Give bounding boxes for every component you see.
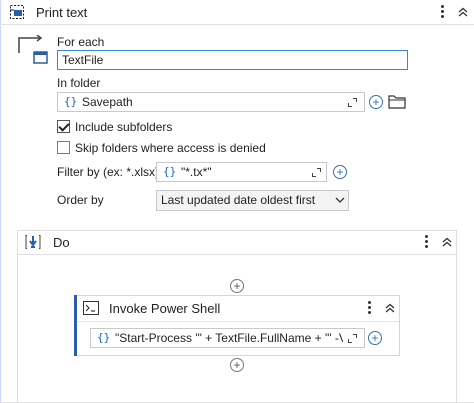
- expand-editor-icon[interactable]: [348, 98, 357, 107]
- do-title: Do: [53, 235, 70, 250]
- powershell-expression-input[interactable]: {} "Start-Process '" + TextFile.FullName…: [90, 328, 365, 348]
- variable-brace-icon: {}: [163, 165, 177, 178]
- order-by-value: Last updated date oldest first: [161, 193, 316, 207]
- card-accent-bar: [74, 295, 77, 356]
- expand-editor-icon[interactable]: [348, 334, 357, 343]
- print-text-header[interactable]: Print text: [0, 0, 474, 24]
- do-header-divider: [17, 254, 457, 255]
- card-header-divider: [77, 321, 399, 322]
- for-each-loop-icon: [18, 35, 48, 64]
- do-block-icon: [25, 235, 41, 249]
- powershell-expression-value: "Start-Process '" + TextFile.FullName + …: [115, 331, 343, 345]
- skip-denied-checkbox[interactable]: [57, 141, 70, 154]
- print-text-more-icon[interactable]: [437, 5, 447, 20]
- variable-brace-icon: {}: [97, 331, 111, 344]
- header-divider: [0, 24, 474, 25]
- order-by-label: Order by: [57, 193, 104, 207]
- skip-denied-label: Skip folders where access is denied: [75, 141, 266, 155]
- filter-input[interactable]: {} "*.tx*": [156, 162, 327, 182]
- variable-brace-icon: {}: [64, 95, 78, 108]
- do-collapse-icon[interactable]: [441, 237, 453, 247]
- invoke-collapse-icon[interactable]: [384, 303, 396, 313]
- for-each-label: For each: [57, 35, 105, 49]
- left-frame-border: [0, 0, 1, 403]
- in-folder-input[interactable]: {} Savepath: [57, 92, 365, 112]
- print-text-icon: [10, 5, 24, 19]
- include-subfolders-checkbox[interactable]: [57, 120, 70, 133]
- in-folder-label: In folder: [57, 76, 101, 90]
- in-folder-insert-variable-icon[interactable]: +: [369, 95, 383, 109]
- include-subfolders-label: Include subfolders: [75, 120, 173, 134]
- browse-folder-icon[interactable]: [388, 94, 406, 109]
- add-action-below-icon[interactable]: +: [230, 358, 244, 372]
- filter-insert-variable-icon[interactable]: +: [333, 165, 347, 179]
- do-header[interactable]: Do: [17, 230, 457, 254]
- print-text-collapse-icon[interactable]: [457, 7, 469, 17]
- do-more-icon[interactable]: [421, 235, 431, 250]
- in-folder-value: Savepath: [82, 95, 133, 109]
- for-each-variable-value: TextFile: [62, 53, 104, 67]
- expand-editor-icon[interactable]: [312, 168, 321, 177]
- print-text-title: Print text: [36, 5, 88, 20]
- add-action-above-icon[interactable]: +: [230, 279, 244, 293]
- filter-label: Filter by (ex: *.xlsx): [57, 165, 160, 179]
- chevron-down-icon: [335, 197, 345, 203]
- order-by-select[interactable]: Last updated date oldest first: [156, 190, 349, 211]
- invoke-more-icon[interactable]: [364, 301, 374, 316]
- for-each-variable-input[interactable]: TextFile: [57, 50, 408, 70]
- invoke-powershell-title: Invoke Power Shell: [109, 301, 221, 316]
- powershell-icon: [83, 301, 99, 315]
- filter-value: "*.tx*": [181, 165, 212, 179]
- expression-insert-variable-icon[interactable]: +: [368, 331, 382, 345]
